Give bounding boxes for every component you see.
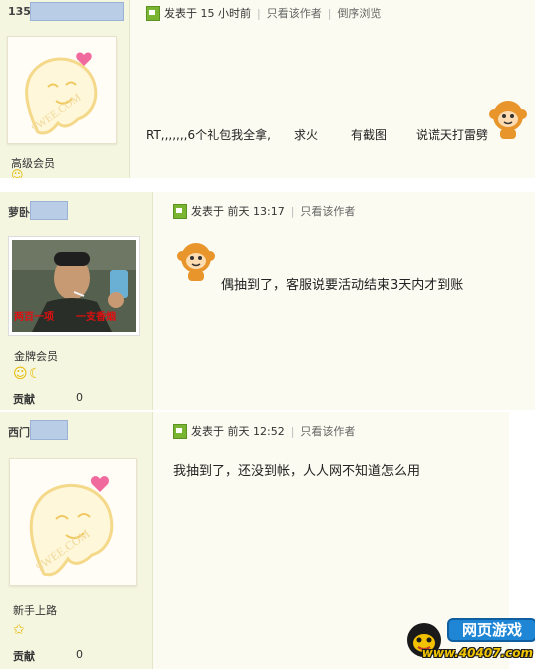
content-part: 说谎天打雷劈 — [416, 128, 489, 142]
post-3-content: 我抽到了，还没到帐，人人网不知道怎么用 — [173, 464, 421, 479]
post-3-time: 前天 12:52 — [227, 425, 285, 438]
post-icon — [173, 423, 187, 439]
post-1-sidebar: 135 9WEE.COM 高级会员 ☺ — [0, 0, 130, 178]
post-3-meta: 发表于 前天 12:52 | 只看该作者 — [173, 423, 355, 439]
avatar-caption-right: 一支香烟 — [76, 312, 116, 323]
only-author-link[interactable]: 只看该作者 — [267, 5, 322, 21]
post-1-author-mask — [30, 2, 124, 21]
avatar-caption-left: 两百一项 — [14, 312, 54, 323]
monkey-emoticon — [177, 243, 215, 281]
post-3-posted-label: 发表于 — [191, 425, 224, 438]
contrib-value: 0 — [76, 391, 83, 404]
post-2-rank: 金牌会员 — [14, 350, 58, 363]
content-part: RT,,,,,,,6个礼包我全拿, — [146, 128, 271, 142]
post-1: 135 9WEE.COM 高级会员 ☺ 发表于 15 小时前 | 只看该作者 |… — [0, 0, 535, 178]
post-1-avatar[interactable]: 9WEE.COM — [7, 36, 117, 144]
moon-icon: ☾ — [29, 366, 42, 382]
divider: | — [290, 204, 295, 218]
post-2-content: 偶抽到了，客服说要活动结束3天内才到账 — [221, 278, 464, 293]
post-2-posted-label: 发表于 — [191, 205, 224, 218]
post-1-author[interactable]: 135 — [8, 5, 31, 18]
smiley-icon: ☺ — [11, 168, 24, 178]
post-3-author[interactable]: 西门 — [8, 424, 30, 440]
only-author-link[interactable]: 只看该作者 — [300, 203, 355, 219]
ghost-avatar-image — [25, 52, 98, 135]
post-icon — [146, 5, 160, 21]
contrib-value: 0 — [76, 648, 83, 661]
ghost-avatar-image — [29, 476, 114, 577]
post-2-time: 前天 13:17 — [227, 205, 285, 218]
post-2-author[interactable]: 萝卧 — [8, 204, 30, 220]
game-ad-badge[interactable]: 网页游戏 www.40407.com — [403, 614, 535, 666]
post-3-author-mask — [30, 420, 68, 440]
monkey-emoticon — [489, 101, 527, 139]
reverse-browse-link[interactable]: 倒序浏览 — [337, 5, 381, 21]
post-2-avatar[interactable]: 两百一项 一支香烟 — [9, 237, 139, 335]
post-1-main: 发表于 15 小时前 | 只看该作者 | 倒序浏览 RT,,,,,,,6个礼包我… — [130, 0, 535, 178]
smiley-icon: ☺ — [13, 366, 28, 382]
post-3-sidebar: 西门 9WEE.COM 新手上路 ✩ 贡献 0 — [0, 412, 153, 669]
content-part: 有截图 — [351, 128, 388, 142]
post-separator — [0, 178, 535, 192]
post-2-sidebar: 萝卧 两百一项 一支香烟 金牌会员 ☺ ☾ 贡献 0 — [0, 192, 153, 410]
post-2-author-mask — [30, 201, 68, 220]
content-part: 求火 — [294, 128, 319, 142]
post-1-time: 15 小时前 — [200, 7, 252, 20]
post-2-main: 发表于 前天 13:17 | 只看该作者 偶抽到了，客服说要活动结束3天内才到账 — [153, 192, 535, 410]
divider: | — [257, 6, 261, 20]
post-icon — [173, 203, 187, 219]
post-1-posted-label: 发表于 — [164, 7, 197, 20]
contrib-label: 贡献 — [13, 650, 35, 663]
divider: | — [290, 424, 295, 438]
post-2-meta: 发表于 前天 13:17 | 只看该作者 — [173, 203, 355, 219]
contrib-label: 贡献 — [13, 393, 35, 406]
ad-url[interactable]: www.40407.com — [413, 646, 533, 660]
post-3-rank: 新手上路 — [13, 604, 57, 617]
post-1-meta: 发表于 15 小时前 | 只看该作者 | 倒序浏览 — [146, 5, 381, 21]
only-author-link[interactable]: 只看该作者 — [300, 423, 355, 439]
ad-title: 网页游戏 — [447, 618, 535, 642]
post-2: 萝卧 两百一项 一支香烟 金牌会员 ☺ ☾ 贡献 0 发表于 前天 13:17 … — [0, 192, 535, 410]
post-3-avatar[interactable]: 9WEE.COM — [9, 458, 137, 586]
star-icon: ✩ — [13, 622, 25, 638]
divider: | — [327, 6, 332, 20]
